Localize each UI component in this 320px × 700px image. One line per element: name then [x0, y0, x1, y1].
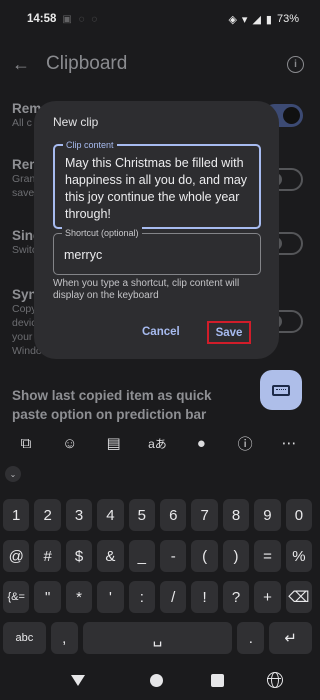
key[interactable]: 8: [222, 499, 250, 531]
keyboard: ⧉ ☺ ▤ aあ ● ⓘ ⋯ ⌄ 1 2 3 4 5 6 7 8 9 0 @ #…: [0, 422, 315, 655]
key-row-bottom: abc , ␣ . ↵: [3, 622, 313, 654]
key[interactable]: -: [160, 540, 187, 572]
more-icon[interactable]: ⋯: [276, 430, 302, 456]
helper-text: When you type a shortcut, clip content w…: [53, 278, 240, 301]
wifi-icon: ▾: [241, 13, 248, 26]
clip-content-label: Clip content: [63, 139, 117, 151]
key[interactable]: +: [254, 581, 281, 613]
space-key[interactable]: ␣: [82, 622, 233, 654]
key[interactable]: 6: [160, 499, 187, 531]
setting-title: Show last copied item as quick paste opt…: [12, 388, 212, 422]
key-row-symbols-2: {&= " * ' : / ! ? + ⌫: [3, 581, 313, 613]
key[interactable]: $: [65, 540, 93, 572]
clip-content-input[interactable]: May this Christmas be filled with happin…: [65, 155, 253, 223]
vibrate-icon: ◈: [228, 13, 237, 26]
notification-icons: ▣ ◌ ◌: [62, 13, 100, 25]
chevron-down-icon[interactable]: ⌄: [5, 466, 21, 482]
key[interactable]: 4: [97, 499, 124, 531]
save-button[interactable]: Save: [207, 321, 251, 344]
key[interactable]: 1: [3, 499, 30, 531]
app-bar: ← Clipboard i: [0, 38, 315, 90]
key[interactable]: =: [254, 540, 281, 572]
keyboard-fab[interactable]: [260, 370, 302, 410]
key[interactable]: /: [160, 581, 187, 613]
back-arrow-icon[interactable]: ←: [12, 54, 34, 75]
key[interactable]: ): [222, 540, 250, 572]
backspace-key[interactable]: ⌫: [285, 581, 313, 613]
comma-key[interactable]: ,: [50, 622, 78, 654]
setting-quick-paste[interactable]: Show last copied item as quick paste opt…: [12, 386, 247, 424]
key-row-symbols-1: @ # $ & _ - ( ) = %: [3, 540, 313, 572]
key[interactable]: %: [285, 540, 313, 572]
info-icon[interactable]: i: [287, 55, 304, 73]
dialog-title: New clip: [53, 115, 99, 129]
key-row-numbers: 1 2 3 4 5 6 7 8 9 0: [3, 499, 313, 531]
clipboard-icon[interactable]: ▤: [101, 430, 127, 456]
key[interactable]: :: [128, 581, 156, 613]
page-title: Clipboard: [46, 53, 128, 74]
status-right: ◈ ▾ ◢ ▮ 73%: [228, 13, 299, 26]
nav-home-icon[interactable]: [150, 674, 163, 687]
key[interactable]: #: [34, 540, 61, 572]
translate-icon[interactable]: aあ: [144, 430, 170, 456]
cancel-button[interactable]: Cancel: [142, 326, 180, 338]
key[interactable]: 0: [285, 499, 313, 531]
key[interactable]: ?: [222, 581, 250, 613]
key[interactable]: (: [191, 540, 218, 572]
key[interactable]: ": [34, 581, 61, 613]
key[interactable]: !: [191, 581, 218, 613]
key[interactable]: 2: [34, 499, 61, 531]
navigation-bar: [0, 660, 315, 700]
keyboard-icon: [272, 384, 290, 396]
battery-icon: ▮: [265, 13, 272, 26]
period-key[interactable]: .: [237, 622, 265, 654]
emoji-sticker-icon[interactable]: ☺: [57, 430, 83, 456]
new-clip-dialog: New clip Clip content May this Christmas…: [34, 101, 279, 359]
key[interactable]: 3: [65, 499, 93, 531]
key[interactable]: ': [97, 581, 124, 613]
copilot-icon[interactable]: ⧉: [13, 430, 39, 456]
shortcut-field[interactable]: Shortcut (optional) merryc: [53, 227, 261, 275]
battery-percent: 73%: [276, 13, 299, 25]
status-time: 14:58: [27, 13, 57, 25]
keyboard-toolbar: ⧉ ☺ ▤ aあ ● ⓘ ⋯: [0, 426, 315, 460]
key[interactable]: 7: [191, 499, 218, 531]
enter-key[interactable]: ↵: [269, 622, 313, 654]
signal-icon: ◢: [252, 13, 261, 26]
key[interactable]: 9: [254, 499, 281, 531]
key[interactable]: &: [97, 540, 124, 572]
key[interactable]: *: [65, 581, 93, 613]
key[interactable]: _: [128, 540, 156, 572]
save-button-label: Save: [215, 326, 243, 339]
status-bar: 14:58 ▣ ◌ ◌ ◈ ▾ ◢ ▮ 73%: [0, 0, 315, 38]
shortcut-label: Shortcut (optional): [62, 227, 142, 239]
nav-back-icon[interactable]: [71, 675, 85, 686]
info-icon[interactable]: ⓘ: [232, 430, 258, 456]
globe-icon[interactable]: [267, 672, 283, 688]
microphone-icon[interactable]: ●: [188, 430, 214, 456]
clip-content-field[interactable]: Clip content May this Christmas be fille…: [53, 139, 261, 229]
key[interactable]: 5: [128, 499, 156, 531]
nav-recents-icon[interactable]: [211, 674, 224, 687]
shortcut-input[interactable]: merryc: [64, 247, 254, 264]
key[interactable]: @: [3, 540, 30, 572]
abc-key[interactable]: abc: [3, 622, 46, 654]
symbols-toggle-key[interactable]: {&=: [3, 581, 30, 613]
